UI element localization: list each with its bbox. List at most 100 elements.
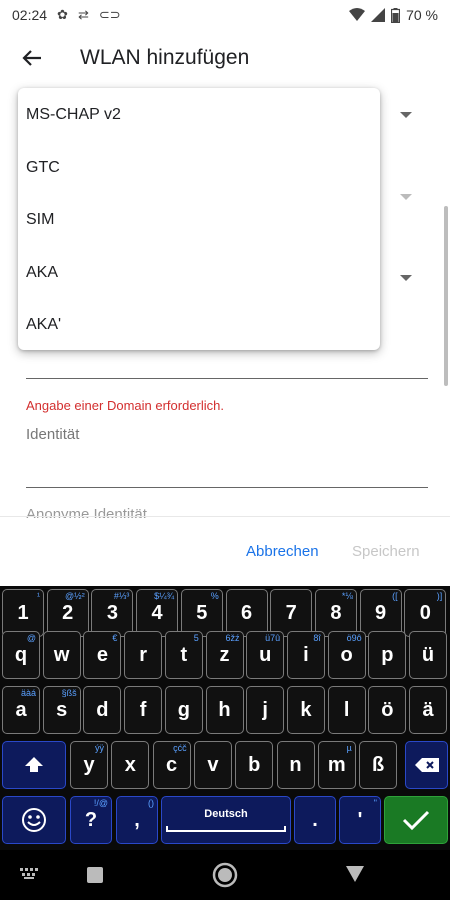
dialog-button-row: Abbrechen Speichern <box>0 516 450 586</box>
key-q[interactable]: @ q <box>2 631 40 679</box>
key-ß[interactable]: ß <box>359 741 398 789</box>
menu-item-gtc[interactable]: GTC <box>18 142 380 195</box>
key-label: n <box>289 753 302 776</box>
key-label: 8 <box>330 601 342 624</box>
menu-item-sim[interactable]: SIM <box>18 194 380 247</box>
home-icon[interactable] <box>212 862 238 888</box>
key-label: ä <box>422 698 434 721</box>
enter-key[interactable] <box>384 796 448 844</box>
key-label: 5 <box>196 601 208 624</box>
menu-item-aka[interactable]: AKA <box>18 247 380 300</box>
key-h[interactable]: h <box>205 686 244 734</box>
emoji-key[interactable] <box>2 796 66 844</box>
key-j[interactable]: j <box>246 686 285 734</box>
key-label: ? <box>84 808 98 831</box>
key-t[interactable]: 5t <box>164 631 203 679</box>
menu-item-ms-chap-v2[interactable]: MS-CHAP v2 <box>18 89 380 142</box>
key-ü[interactable]: ü <box>409 631 447 679</box>
key-label: l <box>343 698 350 721</box>
key-x[interactable]: x <box>111 741 150 789</box>
key-label: s <box>56 698 68 721</box>
key-c[interactable]: çćč c <box>152 741 191 789</box>
dropdown-arrow-icon[interactable] <box>400 275 412 281</box>
key-m[interactable]: µm <box>317 741 356 789</box>
key-p[interactable]: p <box>368 631 407 679</box>
scrollbar[interactable] <box>444 206 448 386</box>
key-label: h <box>218 698 231 721</box>
key-label: i <box>303 643 309 666</box>
apostrophe-key[interactable]: " ' <box>339 796 381 844</box>
key-label: q <box>14 643 28 666</box>
key-hint: @½² <box>65 591 85 601</box>
dropdown-arrow-icon <box>400 194 412 200</box>
link-icon: ⊂⊃ <box>98 7 121 22</box>
key-k[interactable]: k <box>286 686 325 734</box>
battery-icon <box>391 7 401 23</box>
menu-item-aka-prime[interactable]: AKA' <box>18 299 380 352</box>
emoji-icon <box>22 808 46 832</box>
status-time: 02:24 <box>12 7 48 23</box>
domain-field-underline <box>26 378 428 379</box>
keyboard-row-2: äàá a §ßš s d f g h j k l ö ä <box>0 684 450 736</box>
dropdown-arrow-icon[interactable] <box>400 112 412 118</box>
key-e[interactable]: € e <box>83 631 122 679</box>
key-label: ß <box>371 753 385 776</box>
keyboard-row-1: @ q w € e r 5 t 6žź z ü7û u 8î i ö9ô o p ü <box>0 629 450 681</box>
key-label: ' <box>357 808 363 831</box>
key-s[interactable]: §ßš s <box>42 686 81 734</box>
key-label: y <box>83 753 95 776</box>
key-ä[interactable]: ä <box>409 686 447 734</box>
back-nav-icon[interactable] <box>345 865 365 883</box>
key-hint: ([ <box>392 591 398 601</box>
key-label: 0 <box>419 601 431 624</box>
status-bar: 02:24 ✿ ⇄ ⊂⊃ 70 % <box>0 0 450 30</box>
key-hint: $¼¾ <box>154 591 175 601</box>
identity-field[interactable] <box>26 487 428 488</box>
key-u[interactable]: ü7û u <box>246 631 285 679</box>
key-label: , <box>134 808 140 831</box>
key-z[interactable]: 6žź z <box>205 631 244 679</box>
key-r[interactable]: r <box>124 631 163 679</box>
keyboard-switch-icon[interactable] <box>20 868 40 880</box>
key-g[interactable]: g <box>164 686 203 734</box>
space-key[interactable]: Deutsch <box>161 796 291 844</box>
key-hint: 6žź <box>225 633 240 643</box>
key-hint: % <box>210 591 219 601</box>
keyboard-row-3: ýÿ y x çćč c v b n µ m ß <box>0 739 450 791</box>
key-i[interactable]: 8î i <box>286 631 325 679</box>
shift-key[interactable] <box>2 741 66 789</box>
key-y[interactable]: ýÿ y <box>70 741 108 789</box>
key-label: z <box>219 643 230 666</box>
key-label: 4 <box>151 601 163 624</box>
comma-key[interactable]: () , <box>116 796 158 844</box>
recents-icon[interactable] <box>86 866 104 884</box>
key-o[interactable]: ö9ô o <box>327 631 366 679</box>
key-b[interactable]: b <box>235 741 274 789</box>
back-arrow-icon[interactable] <box>12 38 52 78</box>
key-w[interactable]: w <box>42 631 81 679</box>
key-ö[interactable]: ö <box>368 686 407 734</box>
key-f[interactable]: f <box>124 686 163 734</box>
period-key[interactable]: . <box>294 796 336 844</box>
cancel-button[interactable]: Abbrechen <box>246 543 319 560</box>
key-label: e <box>96 643 108 666</box>
key-label: p <box>381 643 394 666</box>
key-hint: )] <box>436 591 443 601</box>
key-v[interactable]: v <box>193 741 232 789</box>
domain-error-text: Angabe einer Domain erforderlich. <box>26 398 224 413</box>
key-label: x <box>124 753 136 776</box>
backspace-key[interactable] <box>405 741 448 789</box>
key-d[interactable]: d <box>83 686 122 734</box>
key-hint: #⅓³ <box>113 591 130 601</box>
eap-method-menu: MS-CHAP v2 GTC SIM AKA AKA' <box>18 88 380 350</box>
key-label: v <box>207 753 219 776</box>
key-n[interactable]: n <box>276 741 315 789</box>
key-hint: ¹ <box>37 591 40 601</box>
key-l[interactable]: l <box>327 686 366 734</box>
save-button[interactable]: Speichern <box>352 543 420 560</box>
key-a[interactable]: äàá a <box>2 686 40 734</box>
shift-icon <box>25 757 43 772</box>
key-label: w <box>53 643 70 666</box>
key-hint: " <box>373 798 377 808</box>
question-key[interactable]: !/@ ? <box>70 796 112 844</box>
